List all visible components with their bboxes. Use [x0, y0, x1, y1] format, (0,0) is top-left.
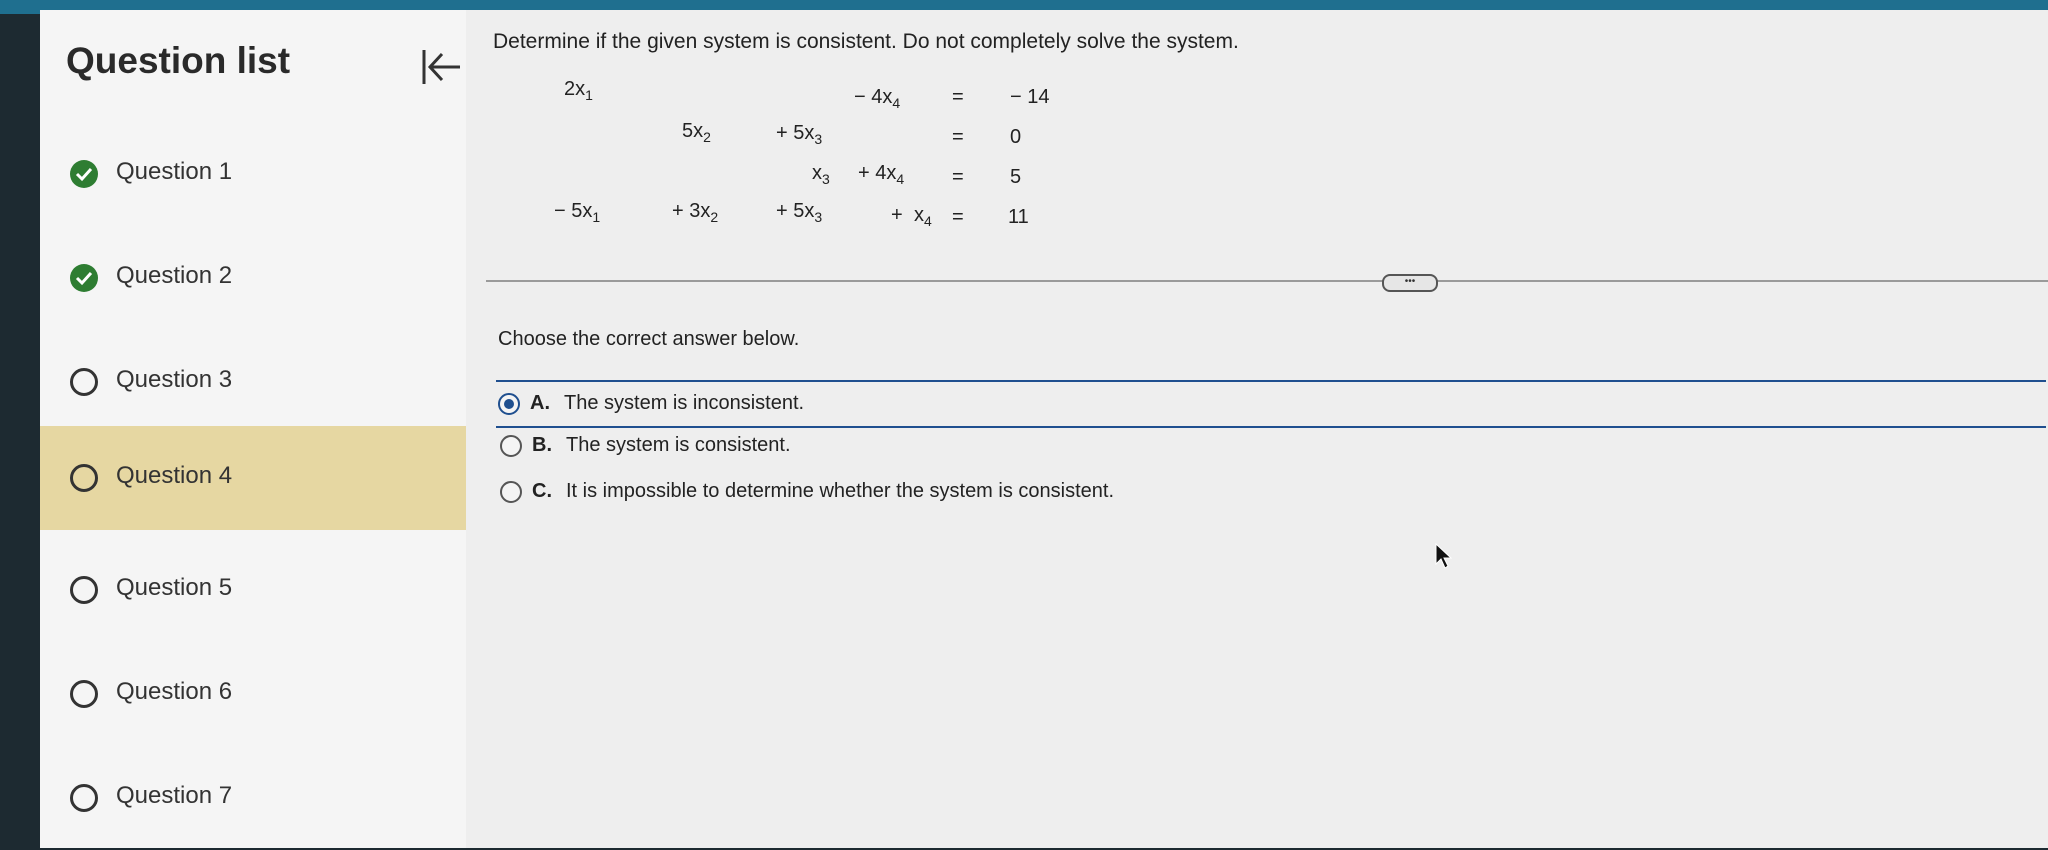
mouse-pointer-icon — [1435, 542, 1453, 569]
row3-x4-term: + 4x4 — [858, 162, 905, 187]
check-circle-icon — [70, 264, 98, 292]
option-letter: B. — [532, 434, 552, 456]
more-options-button[interactable]: ••• — [1382, 274, 1438, 292]
question-label: Question 7 — [116, 782, 233, 809]
question-prompt: Determine if the given system is consist… — [493, 30, 1239, 53]
row2-x2-term: 5x2 — [682, 120, 711, 145]
option-text: The system is inconsistent. — [564, 392, 805, 414]
radio-button-icon[interactable] — [500, 481, 522, 503]
row4-x1-term: − 5x1 — [554, 200, 601, 225]
row2-rhs: 0 — [1010, 126, 1022, 148]
question-label: Question 2 — [116, 262, 233, 289]
collapse-left-icon — [422, 50, 460, 84]
row4-x3-term: + 5x3 — [776, 200, 823, 225]
sidebar-item-question-7[interactable]: Question 7 — [40, 746, 466, 850]
question-panel: Determine if the given system is consist… — [466, 10, 2048, 848]
empty-circle-icon — [70, 680, 98, 708]
screen: Question list Question 1 Question 2 Ques… — [40, 10, 2048, 848]
row1-x1-term: 2x1 — [564, 78, 593, 103]
row2-x3-term: + 5x3 — [776, 122, 823, 147]
row3-x3-term: x3 — [812, 162, 830, 187]
row4-equals: = — [952, 206, 964, 228]
question-label: Question 3 — [116, 366, 233, 393]
option-letter: C. — [532, 480, 552, 502]
sidebar-item-question-4[interactable]: Question 4 — [40, 426, 466, 530]
row3-equals: = — [952, 166, 964, 188]
radio-button-icon[interactable] — [498, 393, 520, 415]
answer-option-c[interactable]: C. It is impossible to determine whether… — [498, 470, 2048, 514]
instruction-text: Choose the correct answer below. — [498, 328, 800, 350]
section-divider — [486, 280, 2048, 282]
empty-circle-icon — [70, 464, 98, 492]
sidebar-item-question-3[interactable]: Question 3 — [40, 330, 466, 434]
option-letter: A. — [530, 392, 550, 414]
empty-circle-icon — [70, 576, 98, 604]
sidebar-item-question-5[interactable]: Question 5 — [40, 538, 466, 642]
check-circle-icon — [70, 160, 98, 188]
row3-rhs: 5 — [1010, 166, 1022, 188]
row4-x2-term: + 3x2 — [672, 200, 719, 225]
radio-button-icon[interactable] — [500, 435, 522, 457]
option-text: The system is consistent. — [566, 434, 791, 456]
question-label: Question 1 — [116, 158, 233, 185]
row2-equals: = — [952, 126, 964, 148]
sidebar-item-question-2[interactable]: Question 2 — [40, 226, 466, 330]
row1-equals: = — [952, 86, 964, 108]
option-text: It is impossible to determine whether th… — [566, 480, 1115, 502]
empty-circle-icon — [70, 368, 98, 396]
sidebar-item-question-6[interactable]: Question 6 — [40, 642, 466, 746]
collapse-sidebar-button[interactable] — [420, 44, 466, 90]
answer-option-b[interactable]: B. The system is consistent. — [498, 424, 2048, 468]
question-label: Question 6 — [116, 678, 233, 705]
row1-rhs: − 14 — [1010, 86, 1050, 108]
sidebar-title: Question list — [66, 40, 291, 81]
empty-circle-icon — [70, 784, 98, 812]
row4-rhs: 11 — [1008, 206, 1029, 228]
question-label: Question 5 — [116, 574, 233, 601]
sidebar-item-question-1[interactable]: Question 1 — [40, 122, 466, 226]
question-list-sidebar: Question list Question 1 Question 2 Ques… — [40, 10, 467, 848]
question-label: Question 4 — [116, 462, 233, 489]
row4-x4-term: x4 — [914, 204, 932, 229]
row1-x4-term: − 4x4 — [854, 86, 901, 111]
answer-option-a[interactable]: A. The system is inconsistent. — [496, 380, 2046, 428]
row4-plus: + — [891, 204, 903, 226]
